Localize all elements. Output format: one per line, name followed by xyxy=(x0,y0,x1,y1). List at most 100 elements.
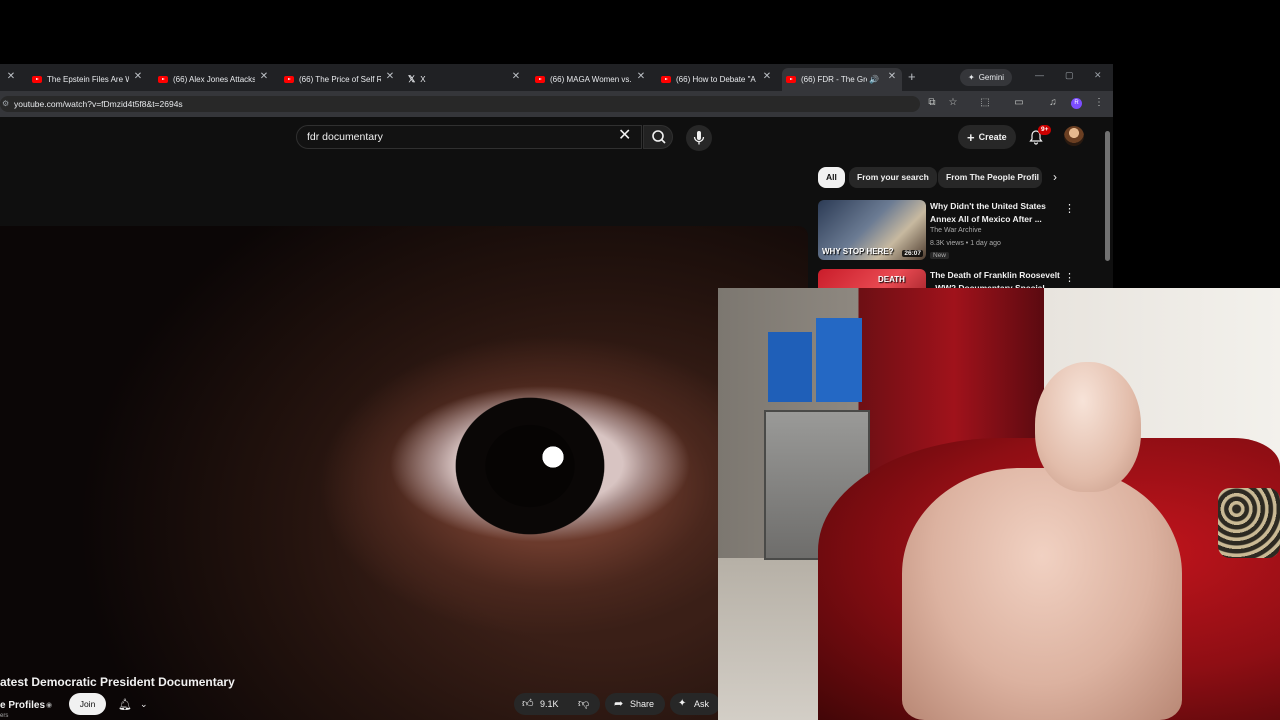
like-count[interactable]: 9.1K xyxy=(540,693,559,715)
thumbs-down-icon[interactable]: 👎︎ xyxy=(578,697,589,710)
youtube-icon xyxy=(535,76,545,83)
recommendation-item[interactable]: WHY STOP HERE? 26:07 Why Didn't the Unit… xyxy=(818,200,1098,264)
url-field[interactable]: ⚙ youtube.com/watch?v=fDmzid4t5f8&t=2694… xyxy=(0,96,920,112)
tab-title: (66) MAGA Women vs. xyxy=(550,75,632,84)
tab-close-icon[interactable]: ✕ xyxy=(132,70,144,84)
webcam-overlay xyxy=(718,288,1280,720)
tab-close-icon[interactable]: ✕ xyxy=(384,70,396,84)
recommendation-item[interactable]: DEATH The Death of Franklin Roosevelt - … xyxy=(818,269,1098,289)
search-input[interactable]: fdr documentary xyxy=(296,125,642,149)
video-title: atest Democratic President Documentary xyxy=(0,675,235,689)
install-icon[interactable]: ⧉ xyxy=(925,97,939,108)
youtube-icon xyxy=(786,76,796,83)
webcam-pillow xyxy=(1218,488,1280,558)
recommendation-meta: 8.3K views • 1 day ago xyxy=(930,240,1001,247)
subscribed-bell-icon[interactable]: 🔔︎ xyxy=(118,698,132,711)
webcam-box xyxy=(768,332,812,402)
gemini-button[interactable]: ✦ Gemini xyxy=(960,69,1013,86)
split-view-icon[interactable]: ▭ xyxy=(1012,97,1026,108)
clear-search-icon[interactable]: ✕ xyxy=(618,126,631,146)
voice-search-button[interactable] xyxy=(686,125,712,151)
video-thumbnail[interactable]: WHY STOP HERE? 26:07 xyxy=(818,200,926,260)
filter-chip-all[interactable]: All xyxy=(818,167,845,188)
video-thumbnail[interactable]: DEATH xyxy=(818,269,926,289)
video-duration: 26:07 xyxy=(902,250,923,257)
address-bar: ⚙ youtube.com/watch?v=fDmzid4t5f8&t=2694… xyxy=(0,91,1113,117)
tab-fdr-active[interactable]: (66) FDR - The Grea 🔊 xyxy=(782,68,902,91)
tab-close-icon[interactable]: ✕ xyxy=(635,70,647,84)
tab-maga-women[interactable]: (66) MAGA Women vs. xyxy=(535,68,632,91)
recommendation-title[interactable]: Why Didn't the United States Annex All o… xyxy=(930,200,1060,225)
more-options-icon[interactable]: ⋮ xyxy=(1064,202,1075,215)
tab-price-of-self[interactable]: (66) The Price of Self Re xyxy=(284,68,381,91)
thumbs-up-icon[interactable]: 👍︎ xyxy=(522,697,534,710)
site-info-icon[interactable]: ⚙ xyxy=(2,96,9,112)
browser-menu-icon[interactable]: ⋮ xyxy=(1092,97,1106,108)
youtube-icon xyxy=(32,76,42,83)
new-tab-button[interactable]: + xyxy=(908,69,916,84)
new-badge: New xyxy=(930,252,950,259)
filter-chip-from-search[interactable]: From your search xyxy=(849,167,937,188)
minimize-icon[interactable]: — xyxy=(1035,70,1044,80)
account-avatar[interactable] xyxy=(1064,126,1084,146)
tab-how-to-debate[interactable]: (66) How to Debate "A xyxy=(661,68,758,91)
tab-epstein-files[interactable]: The Epstein Files Are W xyxy=(32,68,129,91)
search-icon xyxy=(652,130,666,144)
ask-button[interactable]: ✦ Ask xyxy=(670,693,720,715)
microphone-icon xyxy=(693,131,705,145)
ask-label: Ask xyxy=(694,699,710,709)
tab-strip: ✕ The Epstein Files Are W ✕ (66) Alex Jo… xyxy=(0,64,1113,91)
scrollbar-thumb[interactable] xyxy=(1105,131,1110,261)
recommendation-channel[interactable]: The War Archive xyxy=(930,227,981,234)
tab-close-icon[interactable]: ✕ xyxy=(5,70,17,84)
bookmark-star-icon[interactable]: ☆ xyxy=(946,97,960,108)
verified-icon: ◉ xyxy=(46,702,53,709)
youtube-icon xyxy=(158,76,168,83)
filter-chip-from-channel[interactable]: From The People Profil xyxy=(938,167,1042,188)
share-button[interactable]: ➦ Share xyxy=(605,693,665,715)
tab-title: (66) How to Debate "A xyxy=(676,75,756,84)
media-controls-icon[interactable]: ♫ xyxy=(1046,97,1060,108)
thumbnail-text: WHY STOP HERE? xyxy=(822,247,894,256)
create-label: Create xyxy=(978,132,1007,142)
like-dislike-group: 👍︎ 9.1K 👎︎ xyxy=(514,693,600,715)
sparkle-icon: ✦ xyxy=(678,698,687,709)
maximize-icon[interactable]: ▢ xyxy=(1065,70,1074,81)
thumbnail-text: DEATH xyxy=(878,275,905,284)
webcam-person-head xyxy=(1035,362,1141,492)
youtube-icon xyxy=(661,76,671,83)
share-icon: ➦ xyxy=(614,698,624,710)
channel-name[interactable]: e Profiles xyxy=(0,700,45,711)
tab-alex-jones[interactable]: (66) Alex Jones Attacks xyxy=(158,68,255,91)
recommendation-title[interactable]: The Death of Franklin Roosevelt - WW2 Do… xyxy=(930,269,1060,289)
tab-title: (66) FDR - The Grea xyxy=(801,75,867,84)
speaker-icon: 🔊 xyxy=(869,75,879,84)
tab-title: (66) Alex Jones Attacks xyxy=(173,75,255,84)
profile-avatar[interactable]: R xyxy=(1071,98,1082,109)
tab-close-icon[interactable]: ✕ xyxy=(886,70,898,84)
x-icon: 𝕏 xyxy=(408,74,416,84)
tab-close-icon[interactable]: ✕ xyxy=(761,70,773,84)
tab-close-icon[interactable]: ✕ xyxy=(258,70,270,84)
tab-title: X xyxy=(420,75,426,84)
share-label: Share xyxy=(630,699,655,709)
extensions-icon[interactable]: ⬚ xyxy=(978,97,992,108)
url-text: youtube.com/watch?v=fDmzid4t5f8&t=2694s xyxy=(14,99,183,109)
more-options-icon[interactable]: ⋮ xyxy=(1064,271,1075,284)
tab-x[interactable]: 𝕏 X xyxy=(408,68,502,91)
chevron-right-icon[interactable]: › xyxy=(1053,170,1057,184)
chevron-down-icon[interactable]: ⌄ xyxy=(140,699,148,710)
search-button[interactable] xyxy=(643,125,673,149)
video-player[interactable] xyxy=(0,226,808,720)
join-button[interactable]: Join xyxy=(69,693,106,715)
youtube-icon xyxy=(284,76,294,83)
subscriber-count: ers xyxy=(0,713,9,719)
tab-close-icon[interactable]: ✕ xyxy=(510,70,522,84)
window-close-icon[interactable]: ✕ xyxy=(1094,70,1102,81)
plus-icon: + xyxy=(967,129,975,145)
gemini-icon: ✦ xyxy=(968,73,975,82)
create-button[interactable]: + Create xyxy=(958,125,1016,149)
webcam-person-body xyxy=(902,468,1182,720)
gemini-label: Gemini xyxy=(978,73,1005,82)
webcam-box xyxy=(816,318,862,402)
